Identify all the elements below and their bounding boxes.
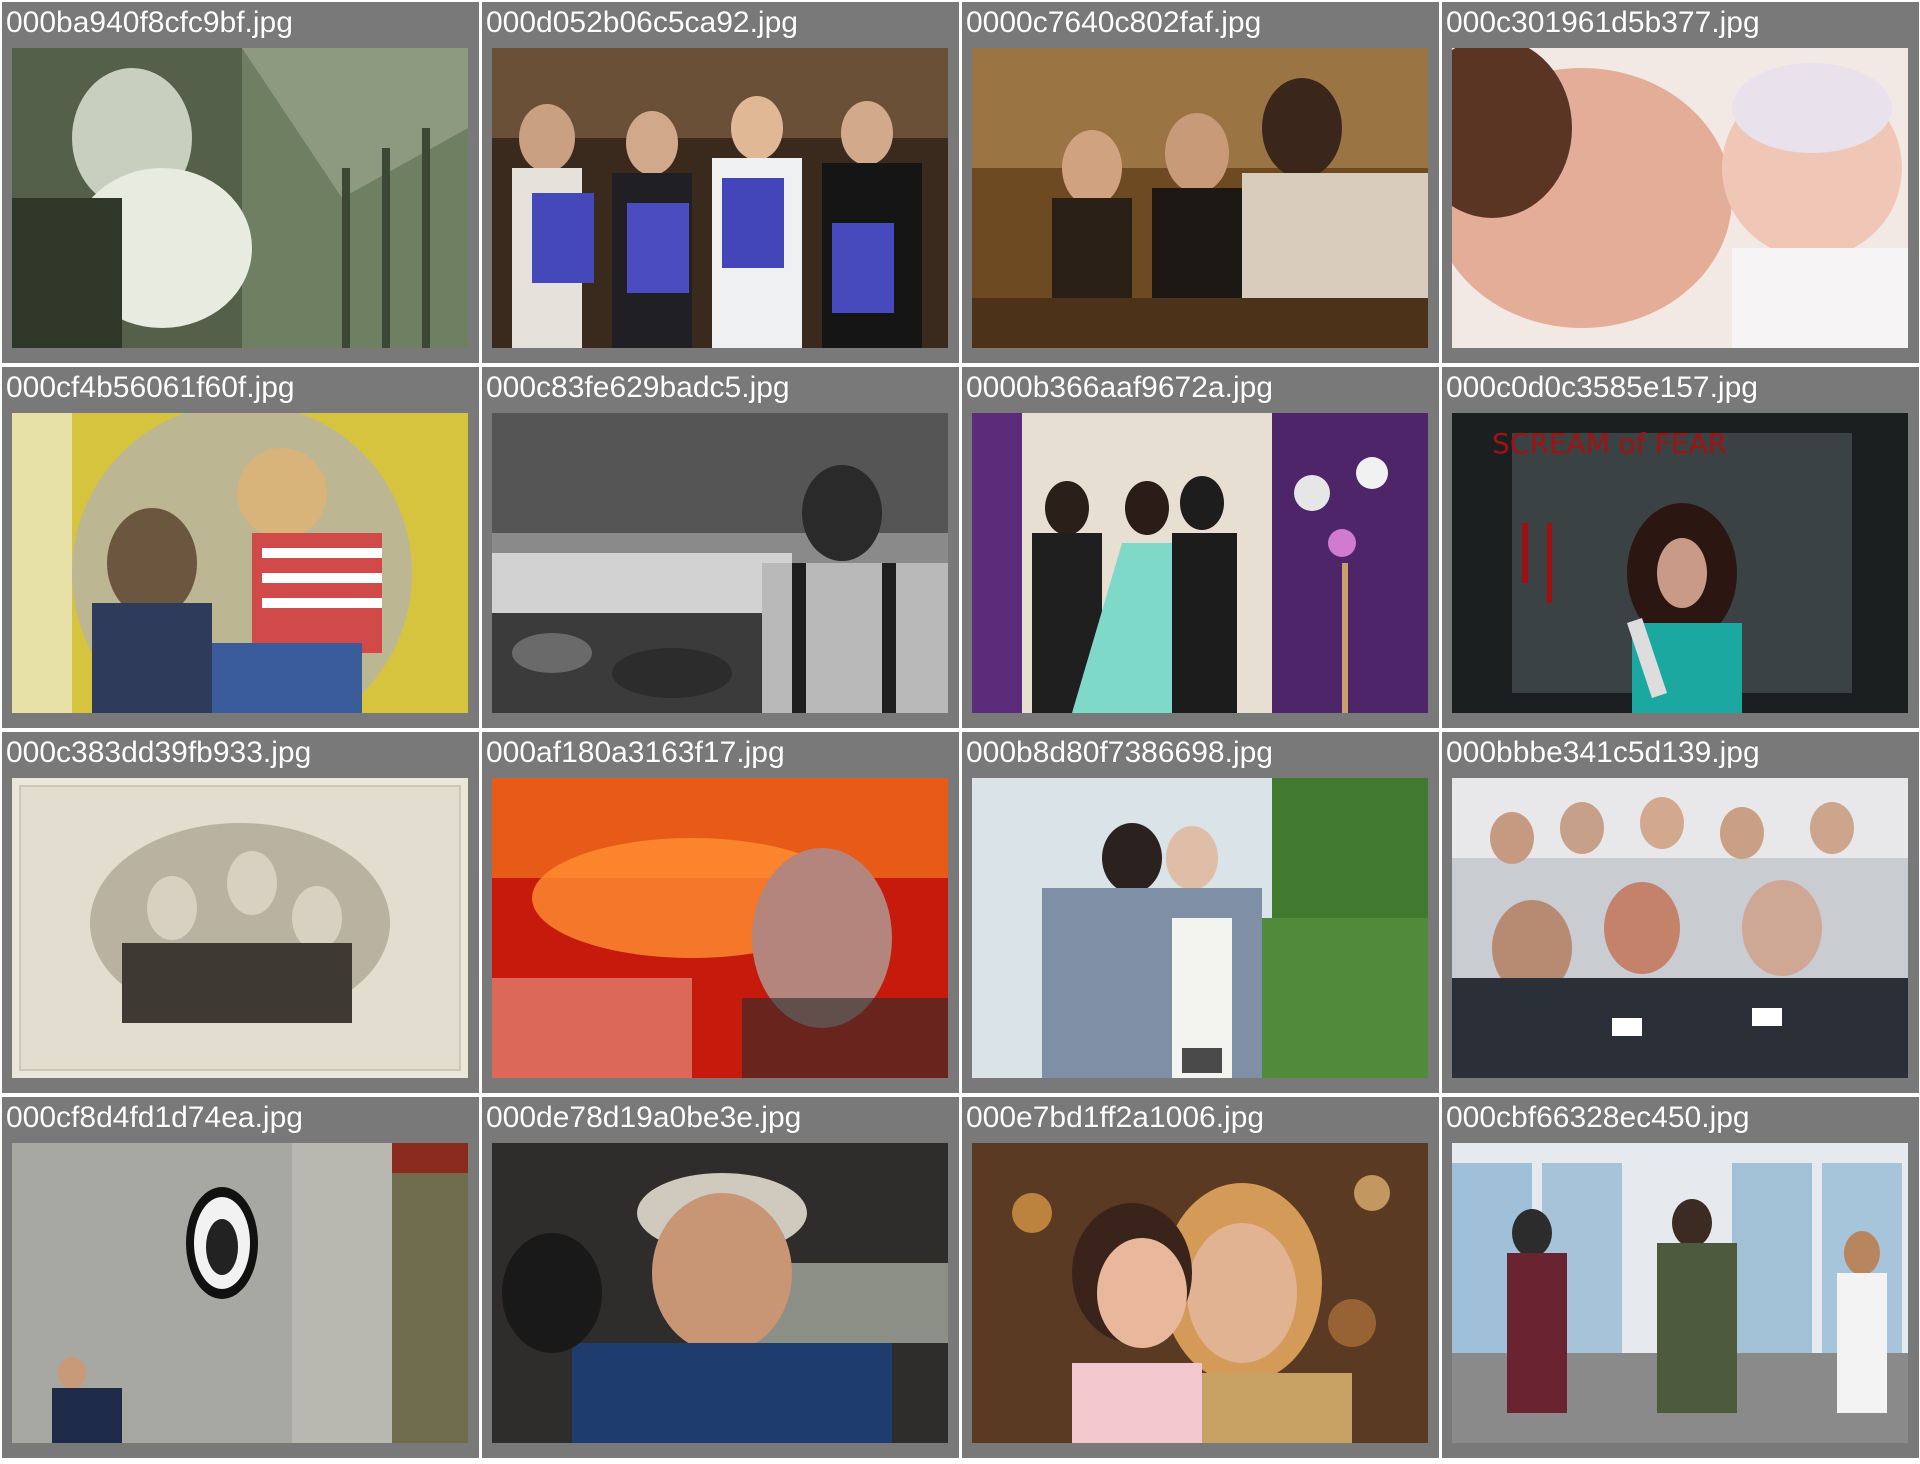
photo-street-wall-face xyxy=(12,1143,468,1443)
image-grid: 000ba940f8cfc9bf.jpg 000d052b06c5ca92.jp… xyxy=(0,0,1920,1464)
photo-man-river-bw xyxy=(492,413,948,713)
grid-cell[interactable]: 000e7bd1ff2a1006.jpg xyxy=(962,1097,1439,1458)
image-filename-label: 0000b366aaf9672a.jpg xyxy=(966,371,1273,404)
image-filename-label: 000c383dd39fb933.jpg xyxy=(6,736,312,769)
photo-four-people-certificates xyxy=(492,48,948,348)
image-filename-label: 000cf8d4fd1d74ea.jpg xyxy=(6,1101,303,1134)
image-filename-label: 000cf4b56061f60f.jpg xyxy=(6,371,295,404)
grid-cell[interactable]: 000c383dd39fb933.jpg xyxy=(2,732,479,1093)
photo-mother-newborn xyxy=(1452,48,1908,348)
grid-cell[interactable]: 000cbf66328ec450.jpg xyxy=(1442,1097,1919,1458)
photo-girl-and-woman-smiling xyxy=(972,1143,1428,1443)
grid-cell[interactable]: 000d052b06c5ca92.jpg xyxy=(482,2,959,363)
grid-cell[interactable]: 000ba940f8cfc9bf.jpg xyxy=(2,2,479,363)
image-filename-label: 000b8d80f7386698.jpg xyxy=(966,736,1273,769)
grid-cell[interactable]: 000c0d0c3585e157.jpg SCREAM of FEAR xyxy=(1442,367,1919,728)
grid-cell[interactable]: 0000c7640c802faf.jpg xyxy=(962,2,1439,363)
photo-wedding-hug-garden xyxy=(972,778,1428,1078)
image-filename-label: 000de78d19a0be3e.jpg xyxy=(486,1101,802,1134)
photo-wedding-couple-curtains xyxy=(972,413,1428,713)
photo-vintage-three-girls xyxy=(12,778,468,1078)
grid-cell[interactable]: 000c83fe629badc5.jpg xyxy=(482,367,959,728)
grid-cell[interactable]: 000af180a3163f17.jpg xyxy=(482,732,959,1093)
photo-boys-in-bubble xyxy=(12,413,468,713)
photo-man-car-selfie xyxy=(492,1143,948,1443)
image-filename-label: 000bbbe341c5d139.jpg xyxy=(1446,736,1760,769)
image-filename-label: 000cbf66328ec450.jpg xyxy=(1446,1101,1750,1134)
image-filename-label: 000af180a3163f17.jpg xyxy=(486,736,785,769)
image-filename-label: 000d052b06c5ca92.jpg xyxy=(486,6,798,39)
grid-cell[interactable]: 000cf8d4fd1d74ea.jpg xyxy=(2,1097,479,1458)
photo-scream-of-fear: SCREAM of FEAR xyxy=(1452,413,1908,713)
image-filename-label: 0000c7640c802faf.jpg xyxy=(966,6,1262,39)
grid-cell[interactable]: 000bbbe341c5d139.jpg xyxy=(1442,732,1919,1093)
image-filename-label: 000c83fe629badc5.jpg xyxy=(486,371,790,404)
grid-cell[interactable]: 000b8d80f7386698.jpg xyxy=(962,732,1439,1093)
grid-cell[interactable]: 000c301961d5b377.jpg xyxy=(1442,2,1919,363)
grid-cell[interactable]: 000cf4b56061f60f.jpg xyxy=(2,367,479,728)
grid-cell[interactable]: 000de78d19a0be3e.jpg xyxy=(482,1097,959,1458)
photo-conference-attendees xyxy=(972,48,1428,348)
image-filename-label: 000ba940f8cfc9bf.jpg xyxy=(6,6,293,39)
photo-mother-baby-porch xyxy=(12,48,468,348)
grid-cell[interactable]: 0000b366aaf9672a.jpg xyxy=(962,367,1439,728)
image-filename-label: 000c301961d5b377.jpg xyxy=(1446,6,1760,39)
photo-cosplayers-outside-building xyxy=(1452,1143,1908,1443)
photo-conference-audience xyxy=(1452,778,1908,1078)
image-filename-label: 000c0d0c3585e157.jpg xyxy=(1446,371,1758,404)
image-filename-label: 000e7bd1ff2a1006.jpg xyxy=(966,1101,1265,1134)
svg-text:SCREAM of FEAR: SCREAM of FEAR xyxy=(1492,427,1727,460)
photo-red-light-party xyxy=(492,778,948,1078)
